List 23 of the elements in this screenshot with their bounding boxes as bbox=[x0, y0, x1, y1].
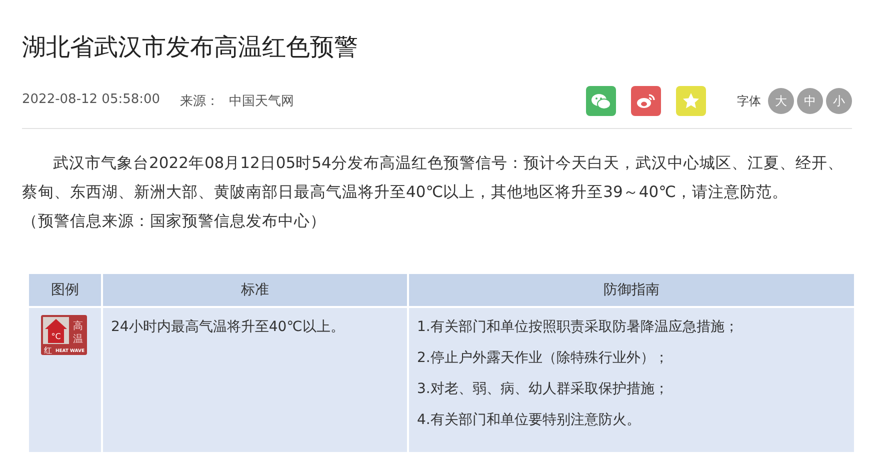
column-header: 防御指南 bbox=[409, 274, 854, 306]
star-icon bbox=[682, 92, 700, 110]
guide-item: 4.有关部门和单位要特别注意防火。 bbox=[417, 411, 642, 430]
font-size-button[interactable]: 小 bbox=[826, 88, 852, 114]
article-paragraph: （预警信息来源：国家预警信息发布中心） bbox=[22, 211, 327, 232]
font-size-label: 字体 bbox=[737, 92, 761, 110]
guide-item: 1.有关部门和单位按照职责采取防暑降温应急措施； bbox=[417, 318, 740, 337]
column-header: 标准 bbox=[103, 274, 407, 306]
share-button[interactable] bbox=[631, 86, 661, 116]
source-name: 中国天气网 bbox=[229, 93, 294, 110]
share-button[interactable] bbox=[586, 86, 616, 116]
guide-item: 2.停止户外露天作业（除特殊行业外）； bbox=[417, 349, 670, 368]
column-header: 图例 bbox=[29, 274, 101, 306]
font-size-button[interactable]: 大 bbox=[768, 88, 794, 114]
table-cell: 24小时内最高气温将升至40℃以上。 bbox=[111, 319, 344, 335]
article-title: 湖北省武汉市发布高温红色预警 bbox=[22, 32, 359, 63]
publish-date: 2022-08-12 05:58:00 bbox=[22, 92, 160, 109]
eye-swirl-icon bbox=[636, 93, 656, 109]
source-label: 来源： bbox=[180, 93, 220, 110]
article-paragraph: 武汉市气象台2022年08月12日05时54分发布高温红色预警信号：预计今天白天，武汉中心城区、江夏、经开、蔡甸、东西湖、新洲大部、黄陂南部日最高气温将升至40℃以上，其他地区将升至39～40℃，请注意防范。 bbox=[22, 153, 844, 203]
font-size-button[interactable]: 中 bbox=[797, 88, 823, 114]
guide-item: 3.对老、弱、病、幼人群采取保护措施； bbox=[417, 380, 670, 399]
chat-bubbles-icon bbox=[591, 92, 611, 110]
